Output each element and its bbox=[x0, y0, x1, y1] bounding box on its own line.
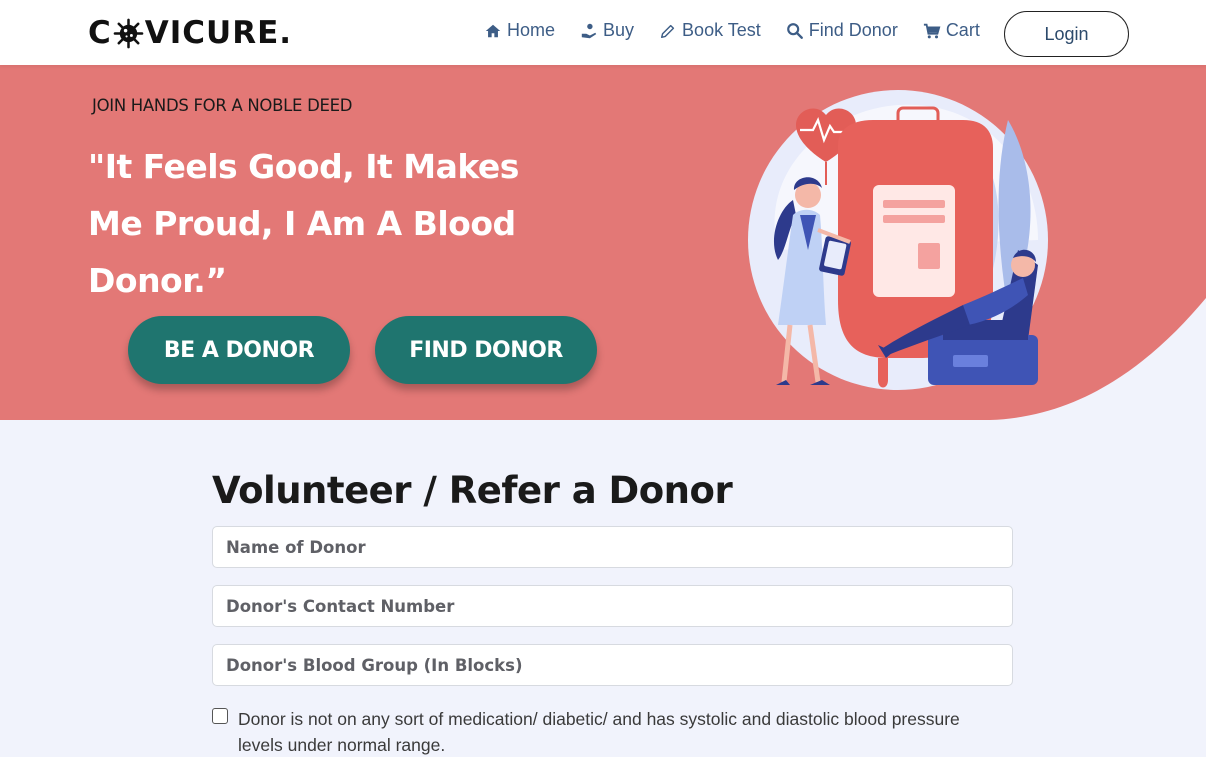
nav-home-label: Home bbox=[507, 20, 556, 40]
hero-quote: "It Feels Good, It Makes Me Proud, I Am … bbox=[88, 138, 558, 309]
nav-buy[interactable]: Buy bbox=[580, 20, 634, 41]
nav-buy-label: Buy bbox=[603, 20, 635, 40]
hero-banner: JOIN HANDS FOR A NOBLE DEED "It Feels Go… bbox=[0, 65, 1206, 420]
quote-line-1: "It Feels Good, It Makes bbox=[88, 147, 519, 186]
nav-find-donor[interactable]: Find Donor bbox=[786, 20, 898, 41]
find-donor-button[interactable]: FIND DONOR bbox=[375, 316, 597, 384]
hand-coin-icon bbox=[581, 23, 597, 38]
hero-tagline: JOIN HANDS FOR A NOBLE DEED bbox=[92, 96, 353, 115]
donor-name-input[interactable] bbox=[212, 526, 1013, 568]
navbar: C VICURE. Home Buy Book Test Find Donor … bbox=[0, 0, 1206, 65]
eligibility-label: Donor is not on any sort of medication/ … bbox=[238, 709, 960, 755]
eligibility-checkbox[interactable] bbox=[212, 708, 228, 724]
pencil-icon bbox=[661, 24, 675, 38]
nav-find-donor-label: Find Donor bbox=[808, 20, 898, 40]
donor-contact-input[interactable] bbox=[212, 585, 1013, 627]
blood-donation-illustration bbox=[748, 90, 1048, 390]
cart-icon bbox=[923, 23, 941, 38]
search-icon bbox=[786, 22, 803, 39]
quote-line-3: Donor.” bbox=[88, 261, 227, 300]
virus-icon bbox=[113, 18, 144, 49]
nav-links: Home Buy Book Test Find Donor Cart bbox=[484, 20, 1005, 41]
nav-home[interactable]: Home bbox=[484, 20, 555, 41]
eligibility-row: Donor is not on any sort of medication/ … bbox=[212, 706, 1012, 757]
quote-line-2: Me Proud, I Am A Blood bbox=[88, 204, 516, 243]
logo-suffix: VICURE. bbox=[144, 15, 293, 51]
nav-cart[interactable]: Cart bbox=[923, 20, 980, 41]
donor-blood-group-input[interactable] bbox=[212, 644, 1013, 686]
login-button[interactable]: Login bbox=[1004, 11, 1129, 57]
form-title: Volunteer / Refer a Donor bbox=[212, 469, 733, 512]
home-icon bbox=[485, 24, 501, 37]
brand-logo[interactable]: C VICURE. bbox=[88, 18, 292, 49]
nav-cart-label: Cart bbox=[945, 20, 980, 40]
logo-prefix: C bbox=[88, 15, 112, 51]
nav-book-test-label: Book Test bbox=[682, 20, 761, 40]
be-a-donor-button[interactable]: BE A DONOR bbox=[128, 316, 350, 384]
nav-book-test[interactable]: Book Test bbox=[659, 20, 761, 41]
